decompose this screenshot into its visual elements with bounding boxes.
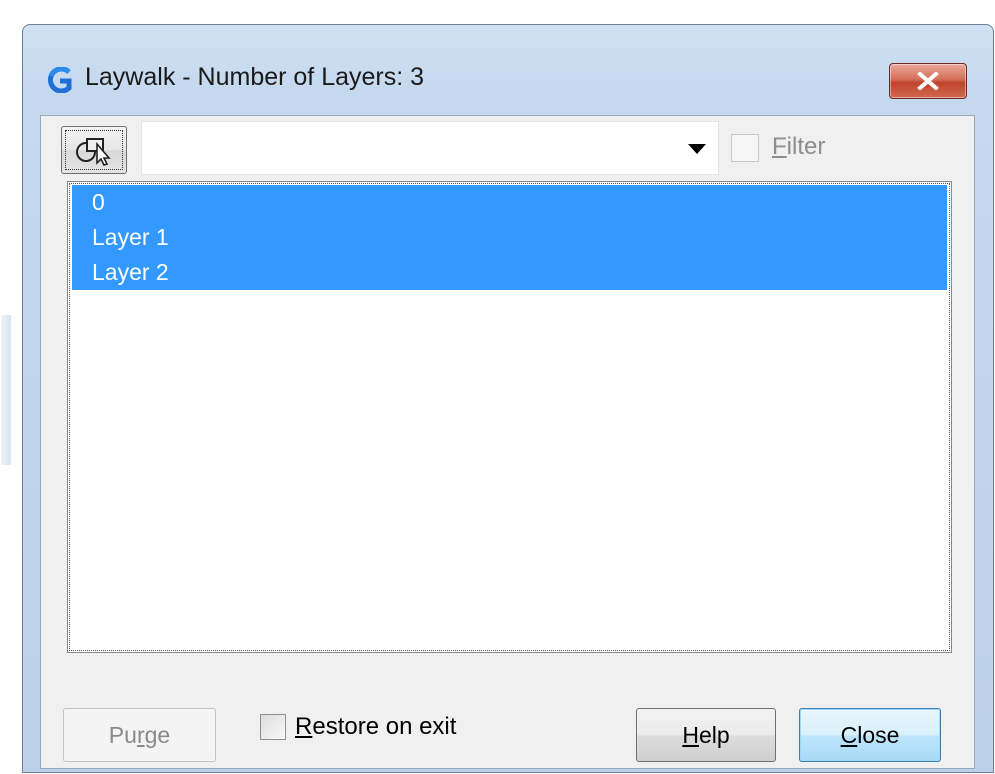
restore-on-exit-checkbox[interactable] bbox=[260, 714, 286, 740]
close-button[interactable]: Close bbox=[799, 708, 941, 762]
layer-name: Layer 1 bbox=[92, 224, 169, 250]
chevron-down-icon[interactable] bbox=[688, 144, 706, 154]
list-item[interactable]: Layer 1 bbox=[72, 220, 947, 255]
layer-dropdown[interactable] bbox=[141, 121, 719, 175]
screen: Laywalk - Number of Layers: 3 Filter 0 L… bbox=[0, 0, 995, 774]
purge-label-end: ge bbox=[144, 721, 171, 748]
restore-mnemonic: R bbox=[295, 713, 313, 740]
purge-label-start: Pu bbox=[108, 721, 137, 748]
close-icon bbox=[917, 72, 939, 90]
help-label-text: elp bbox=[698, 721, 730, 748]
window-close-button[interactable] bbox=[889, 63, 967, 99]
filter-checkbox[interactable] bbox=[731, 134, 759, 162]
layer-list[interactable]: 0 Layer 1 Layer 2 bbox=[67, 181, 952, 653]
restore-on-exit-label[interactable]: Restore on exit bbox=[295, 713, 456, 741]
title-bar[interactable]: Laywalk - Number of Layers: 3 bbox=[23, 25, 993, 115]
purge-mnemonic: r bbox=[136, 721, 145, 748]
purge-button[interactable]: Pu r ge bbox=[63, 708, 216, 762]
help-mnemonic: H bbox=[682, 721, 699, 748]
select-objects-button[interactable] bbox=[61, 126, 127, 174]
help-button[interactable]: Help bbox=[636, 708, 776, 762]
dialog-client-area: Filter 0 Layer 1 Layer 2 Pu r ge Restore o… bbox=[40, 115, 975, 769]
restore-label-text: estore on exit bbox=[312, 713, 457, 740]
filter-mnemonic: F bbox=[772, 133, 787, 160]
app-logo-icon bbox=[48, 67, 72, 93]
filter-label-text: ilter bbox=[786, 133, 826, 160]
list-item[interactable]: Layer 2 bbox=[72, 255, 947, 290]
filter-label[interactable]: Filter bbox=[772, 133, 825, 161]
close-label-text: lose bbox=[857, 721, 900, 748]
select-objects-icon bbox=[76, 138, 111, 166]
layer-name: Layer 2 bbox=[92, 259, 169, 285]
window-title: Laywalk - Number of Layers: 3 bbox=[85, 63, 425, 91]
layer-name: 0 bbox=[92, 189, 105, 215]
laywalk-dialog: Laywalk - Number of Layers: 3 Filter 0 L… bbox=[1, 24, 994, 773]
close-mnemonic: C bbox=[840, 721, 858, 748]
list-item[interactable]: 0 bbox=[72, 185, 947, 220]
